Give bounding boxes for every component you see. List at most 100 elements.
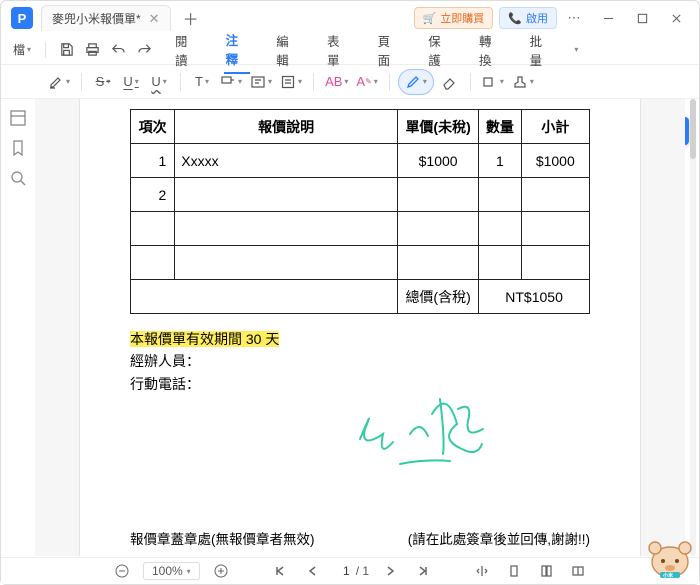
- cell-price: [398, 246, 479, 280]
- fit-page-button[interactable]: [471, 560, 493, 582]
- document-page: 項次 報價說明 單價(未稅) 數量 小計 1 Xxxxx $1000 1 $10…: [80, 99, 640, 556]
- menu-bar: 檔▾ 閱讀 注釋 編輯 表單 頁面 保護 轉換 批量 ▾: [1, 35, 699, 65]
- prev-page-button[interactable]: [302, 560, 324, 582]
- cell-sub: [521, 178, 589, 212]
- view-single-button[interactable]: [503, 560, 525, 582]
- strikethrough-tool[interactable]: S: [90, 69, 116, 95]
- read-mode-button[interactable]: [567, 560, 589, 582]
- pencil-tool[interactable]: [398, 69, 434, 95]
- cell-item: 2: [131, 178, 175, 212]
- cell-sub: $1000: [521, 144, 589, 178]
- mobile-label: 行動電話：: [130, 376, 200, 392]
- text-tool[interactable]: T: [189, 69, 215, 95]
- undo-button[interactable]: [107, 38, 129, 62]
- scrollbar-thumb[interactable]: [690, 99, 696, 159]
- document-footer-text: 本報價單有效期間 30 天 經辦人員： 行動電話：: [130, 328, 590, 395]
- cell-item: 1: [131, 144, 175, 178]
- bookmarks-icon[interactable]: [9, 139, 27, 157]
- table-row: [131, 212, 590, 246]
- save-button[interactable]: [56, 38, 78, 62]
- cell-desc: [175, 178, 398, 212]
- window-close[interactable]: [659, 3, 693, 33]
- file-menu[interactable]: 檔▾: [9, 39, 35, 60]
- cart-icon: 🛒: [423, 12, 437, 25]
- redo-button[interactable]: [133, 38, 155, 62]
- cell-price: [398, 178, 479, 212]
- tab-edit[interactable]: 編輯: [274, 27, 301, 73]
- cell-desc: [175, 212, 398, 246]
- area-highlight-tool[interactable]: AB: [322, 69, 351, 95]
- document-tab[interactable]: 麥兜小米報價單* ✕: [41, 5, 171, 31]
- table-row: 2: [131, 178, 590, 212]
- underline-tool[interactable]: U: [118, 69, 144, 95]
- stamp-left-text: 報價章蓋章處(無報價章者無效): [130, 528, 315, 548]
- note-tool[interactable]: [277, 69, 305, 95]
- zoom-value: 100%: [152, 564, 183, 578]
- print-button[interactable]: [82, 38, 104, 62]
- last-page-button[interactable]: [411, 560, 433, 582]
- tab-close-icon[interactable]: ✕: [149, 11, 160, 27]
- svg-text:小米: 小米: [663, 572, 674, 579]
- color-a: A: [356, 74, 365, 89]
- highlight-tool[interactable]: [45, 69, 73, 95]
- text-color-tool[interactable]: A✎: [353, 69, 380, 95]
- tab-convert[interactable]: 轉換: [477, 27, 504, 73]
- tab-annotate[interactable]: 注釋: [224, 26, 251, 74]
- text-callout-tool[interactable]: [217, 69, 245, 95]
- zoom-in-button[interactable]: [210, 560, 232, 582]
- shapes-tool[interactable]: [479, 69, 507, 95]
- tab-read[interactable]: 閱讀: [173, 27, 200, 73]
- page-current-input[interactable]: [334, 563, 352, 579]
- view-continuous-button[interactable]: [535, 560, 557, 582]
- status-bar: 100%▾ / 1: [1, 557, 699, 584]
- next-page-button[interactable]: [379, 560, 401, 582]
- total-value: NT$1050: [479, 280, 590, 314]
- cell-qty: [479, 246, 521, 280]
- thumbnails-icon[interactable]: [9, 109, 27, 127]
- tab-form[interactable]: 表單: [325, 27, 352, 73]
- cell-qty: [479, 178, 521, 212]
- wavy-u: U: [151, 74, 160, 89]
- overflow-menu[interactable]: ⋯: [557, 3, 591, 33]
- annotation-toolbar: S U U T AB A✎: [1, 65, 699, 99]
- header-item: 項次: [131, 110, 175, 144]
- tab-page[interactable]: 頁面: [376, 27, 403, 73]
- first-page-button[interactable]: [270, 560, 292, 582]
- squiggly-underline-tool[interactable]: U: [146, 69, 172, 95]
- zoom-level[interactable]: 100%▾: [143, 562, 200, 580]
- text-box-tool[interactable]: [247, 69, 275, 95]
- header-sub: 小計: [521, 110, 589, 144]
- table-row: [131, 246, 590, 280]
- cell-price: $1000: [398, 144, 479, 178]
- menu-overflow-icon[interactable]: ▾: [574, 45, 578, 54]
- cell-qty: [479, 212, 521, 246]
- page-total: / 1: [356, 564, 369, 578]
- header-qty: 數量: [479, 110, 521, 144]
- quote-table: 項次 報價說明 單價(未稅) 數量 小計 1 Xxxxx $1000 1 $10…: [130, 109, 590, 314]
- tab-batch[interactable]: 批量: [528, 27, 555, 73]
- window-minimize[interactable]: [591, 3, 625, 33]
- enable-label: 啟用: [526, 10, 548, 26]
- file-label: 檔: [13, 41, 25, 58]
- document-viewport[interactable]: 項次 報價說明 單價(未稅) 數量 小計 1 Xxxxx $1000 1 $10…: [35, 99, 685, 556]
- cell-item: [131, 246, 175, 280]
- cell-price: [398, 212, 479, 246]
- tab-protect[interactable]: 保護: [426, 27, 453, 73]
- vertical-scrollbar[interactable]: [690, 99, 696, 556]
- search-icon[interactable]: [9, 169, 27, 187]
- left-sidebar: [1, 99, 35, 187]
- stamp-line: 報價章蓋章處(無報價章者無效) (請在此處簽章後並回傳,謝謝!!): [130, 528, 590, 548]
- validity-text: 本報價單有效期間 30 天: [130, 331, 279, 347]
- cell-qty: 1: [479, 144, 521, 178]
- table-header-row: 項次 報價說明 單價(未稅) 數量 小計: [131, 110, 590, 144]
- cell-sub: [521, 212, 589, 246]
- buy-label: 立即購買: [440, 10, 484, 26]
- page-indicator: / 1: [334, 563, 369, 579]
- zoom-out-button[interactable]: [111, 560, 133, 582]
- cell-sub: [521, 246, 589, 280]
- window-maximize[interactable]: [625, 3, 659, 33]
- stamp-tool[interactable]: [509, 69, 537, 95]
- tab-title: 麥兜小米報價單*: [52, 10, 141, 27]
- cell-desc: Xxxxx: [175, 144, 398, 178]
- eraser-tool[interactable]: [436, 69, 462, 95]
